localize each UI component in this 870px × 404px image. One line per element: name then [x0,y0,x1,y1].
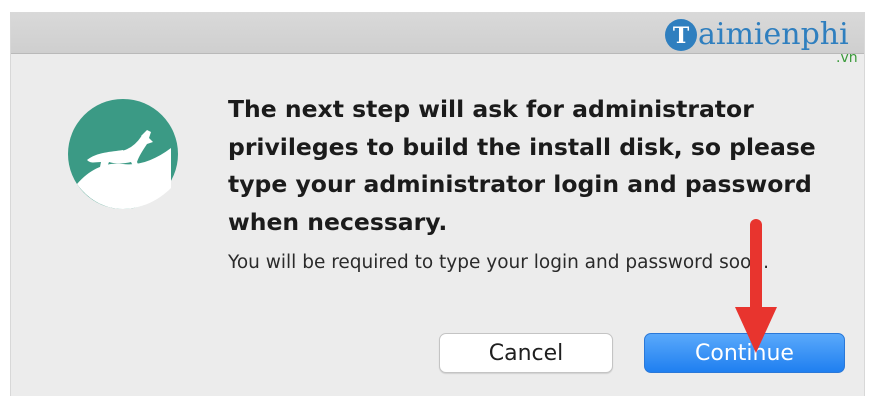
cougar-app-icon [68,99,178,209]
svg-text:T: T [673,23,690,49]
watermark-domain-suffix: .vn [836,50,858,66]
watermark-brand-text: aimienphi [698,17,849,52]
watermark-emblem-icon: T [665,19,697,51]
screenshot-frame: The next step will ask for administrator… [0,0,870,404]
red-arrow-icon [735,219,777,353]
cancel-button[interactable]: Cancel [439,333,613,373]
watermark-logo: T aimienphi .vn [660,14,870,70]
